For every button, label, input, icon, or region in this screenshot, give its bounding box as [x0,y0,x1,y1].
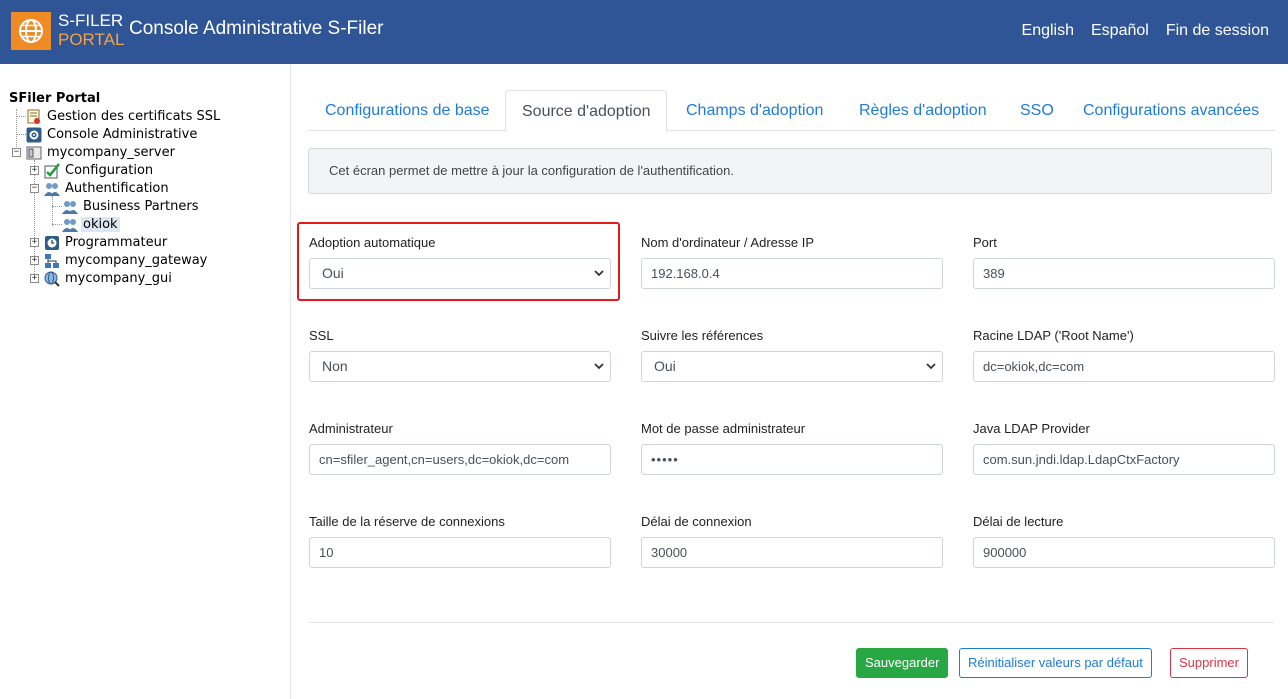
tree-item-authentification[interactable]: Authentification [44,180,171,197]
expand-toggle-icon[interactable]: + [30,274,39,283]
espanol-link[interactable]: Español [1091,22,1149,40]
read-timeout-input[interactable]: 900000 [973,537,1275,568]
tree-item-label: Console Administrative [47,127,198,142]
clock-icon [44,235,60,251]
server-icon [26,145,42,161]
tab-adoption-fields[interactable]: Champs d'adoption [670,90,839,131]
ssl-value: Non [322,358,348,374]
tree-item-okiok[interactable]: okiok [62,216,120,233]
form-divider [308,622,1274,623]
root-name-label: Racine LDAP ('Root Name') [973,328,1134,343]
tree-item-business-partners[interactable]: Business Partners [62,198,200,215]
tree-item-label: Programmateur [65,235,168,250]
network-icon [44,253,60,269]
referrals-value: Oui [654,358,676,374]
admin-password-label: Mot de passe administrateur [641,421,806,436]
tab-adoption-source[interactable]: Source d'adoption [505,90,668,132]
port-input[interactable]: 389 [973,258,1275,289]
tree-item-programmateur[interactable]: Programmateur [44,234,169,251]
ssl-label: SSL [309,328,334,343]
tree-item-label: mycompany_gateway [65,253,208,268]
tree-item-mycompany-server[interactable]: mycompany_server [26,144,177,161]
users-icon [62,199,78,215]
pool-size-input[interactable]: 10 [309,537,611,568]
ldap-provider-input[interactable]: com.sun.jndi.ldap.LdapCtxFactory [973,444,1275,475]
tab-sso[interactable]: SSO [1004,90,1070,131]
logout-link[interactable]: Fin de session [1166,22,1269,40]
tree-item-label: Business Partners [83,199,199,214]
admin-password-input[interactable]: ••••• [641,444,943,475]
users-icon [62,217,78,233]
ldap-provider-label: Java LDAP Provider [973,421,1090,436]
tree-item-configuration[interactable]: Configuration [44,162,155,179]
adoption-auto-value: Oui [322,265,344,281]
chevron-down-icon [594,270,604,277]
expand-toggle-icon[interactable]: + [30,238,39,247]
users-icon [44,181,60,197]
referrals-select[interactable]: Oui [641,351,943,382]
reset-defaults-button[interactable]: Réinitialiser valeurs par défaut [959,648,1152,678]
delete-button[interactable]: Supprimer [1170,648,1248,678]
app-title: Console Administrative S-Filer [129,18,384,39]
tree-item-label: okiok [81,217,120,232]
tab-adoption-rules[interactable]: Règles d'adoption [843,90,1003,131]
tree-root[interactable]: SFiler Portal [9,91,100,106]
connection-timeout-label: Délai de connexion [641,514,752,529]
tree-item-admin-console[interactable]: Console Administrative [26,126,199,143]
tree-item-label: mycompany_gui [65,271,172,286]
admin-label: Administrateur [309,421,393,436]
chevron-down-icon [926,363,936,370]
globe-search-icon [44,271,60,287]
connection-timeout-input[interactable]: 30000 [641,537,943,568]
referrals-label: Suivre les références [641,328,764,343]
checklist-icon [44,162,60,179]
port-label: Port [973,235,997,250]
expand-toggle-icon[interactable]: + [30,166,39,175]
collapse-toggle-icon[interactable]: − [30,184,39,193]
pool-size-label: Taille de la réserve de connexions [309,514,505,529]
adoption-auto-select[interactable]: Oui [309,258,611,289]
expand-toggle-icon[interactable]: + [30,256,39,265]
admin-input[interactable]: cn=sfiler_agent,cn=users,dc=okiok,dc=com [309,444,611,475]
host-label: Nom d'ordinateur / Adresse IP [641,235,815,250]
tab-advanced-config[interactable]: Configurations avancées [1067,90,1275,131]
adoption-auto-label: Adoption automatique [309,235,436,250]
root-name-input[interactable]: dc=okiok,dc=com [973,351,1275,382]
tree-item-mycompany-gateway[interactable]: mycompany_gateway [44,252,209,269]
header-links: English Español Fin de session [1022,22,1269,40]
read-timeout-label: Délai de lecture [973,514,1064,529]
save-button[interactable]: Sauvegarder [856,648,949,678]
gear-icon [26,127,42,143]
info-message: Cet écran permet de mettre à jour la con… [308,148,1272,194]
certificate-icon [26,109,42,125]
host-input[interactable]: 192.168.0.4 [641,258,943,289]
config-tabs: Configurations de base Source d'adoption… [308,90,1275,132]
sidebar-tree: SFiler Portal Gestion des certificats SS… [0,64,291,699]
tree-item-label: Gestion des certificats SSL [47,109,221,124]
english-link[interactable]: English [1022,22,1074,40]
ssl-select[interactable]: Non [309,351,611,382]
tab-base-config[interactable]: Configurations de base [309,90,506,131]
tree-item-mycompany-gui[interactable]: mycompany_gui [44,270,174,287]
tree-item-label: Configuration [65,163,154,178]
chevron-down-icon [594,363,604,370]
logo-text: S-FILER PORTAL [58,11,125,49]
app-header: S-FILER PORTAL Console Administrative S-… [0,0,1288,64]
tree-item-label: Authentification [65,181,169,196]
collapse-toggle-icon[interactable]: − [12,148,21,157]
tree-item-label: mycompany_server [47,145,175,160]
globe-logo-icon [11,12,51,50]
tree-item-ssl-certificates[interactable]: Gestion des certificats SSL [26,108,222,125]
